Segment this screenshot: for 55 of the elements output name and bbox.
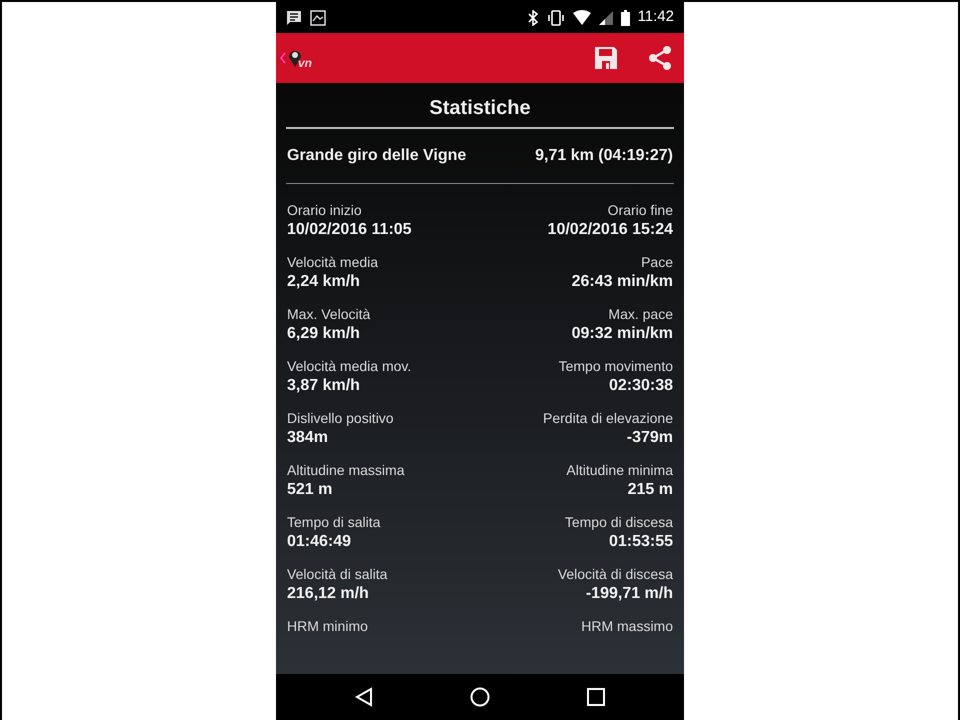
stat-label: Altitudine massima — [287, 461, 404, 479]
stat-label: Pace — [641, 253, 673, 271]
stat-value: 3,87 km/h — [287, 376, 360, 396]
stat-label: HRM minimo — [287, 617, 368, 635]
stat-label: Max. pace — [608, 305, 673, 323]
stat-value: 02:30:38 — [608, 376, 673, 396]
wifi-icon — [572, 10, 591, 26]
home-button[interactable] — [470, 687, 490, 707]
share-icon — [647, 46, 673, 70]
back-button[interactable] — [354, 687, 373, 707]
page-title: Statistiche — [429, 96, 531, 121]
stat-value: 09:32 min/km — [572, 324, 673, 344]
stat-value: -379m — [626, 428, 673, 448]
stat-value: 01:46:49 — [287, 532, 352, 552]
bluetooth-icon — [526, 10, 539, 26]
stat-value: 10/02/2016 15:24 — [548, 220, 673, 240]
stat-value: 01:53:55 — [608, 532, 673, 552]
stat-value: 2,24 km/h — [287, 272, 360, 292]
image-icon — [310, 10, 326, 26]
stat-value: 10/02/2016 11:05 — [287, 220, 412, 240]
stat-label: Max. Velocità — [287, 305, 370, 323]
stat-label: Tempo movimento — [558, 357, 673, 375]
stat-label: Tempo di salita — [287, 513, 380, 531]
stat-label: Dislivello positivo — [287, 409, 394, 427]
stat-value: 384m — [287, 428, 328, 448]
logo-text: vn — [298, 55, 312, 72]
stat-value: 216,12 m/h — [287, 584, 369, 604]
back-logo-button[interactable]: vn — [280, 44, 312, 72]
chevron-left-icon — [280, 52, 286, 64]
stat-label: Orario fine — [608, 201, 673, 219]
stat-value: 521 m — [287, 480, 332, 500]
stat-label: Velocità di discesa — [558, 565, 673, 583]
message-icon — [286, 10, 302, 26]
stat-value: 215 m — [628, 480, 673, 500]
stat-label: Tempo di discesa — [564, 513, 673, 531]
square-recents-icon — [587, 688, 606, 706]
recents-button[interactable] — [587, 688, 606, 706]
stat-label: Velocità media — [287, 253, 378, 271]
vibrate-icon — [546, 10, 565, 26]
stat-label: HRM massimo — [581, 617, 673, 635]
stat-label: Perdita di elevazione — [543, 409, 673, 427]
stat-value: 6,29 km/h — [287, 324, 360, 344]
track-name: Grande giro delle Vigne — [287, 146, 466, 166]
track-summary: 9,71 km (04:19:27) — [535, 146, 673, 166]
stat-value: -199,71 m/h — [586, 584, 673, 604]
stat-label: Velocità media mov. — [287, 357, 412, 375]
stat-label: Altitudine minima — [566, 461, 673, 479]
signal-icon — [598, 10, 613, 26]
circle-home-icon — [470, 687, 490, 707]
battery-icon — [620, 10, 630, 26]
stat-label: Orario inizio — [287, 201, 362, 219]
stat-value: 26:43 min/km — [572, 272, 673, 292]
triangle-back-icon — [354, 687, 373, 707]
stat-label: Velocità di salita — [287, 565, 388, 583]
status-time: 11:42 — [638, 7, 674, 28]
